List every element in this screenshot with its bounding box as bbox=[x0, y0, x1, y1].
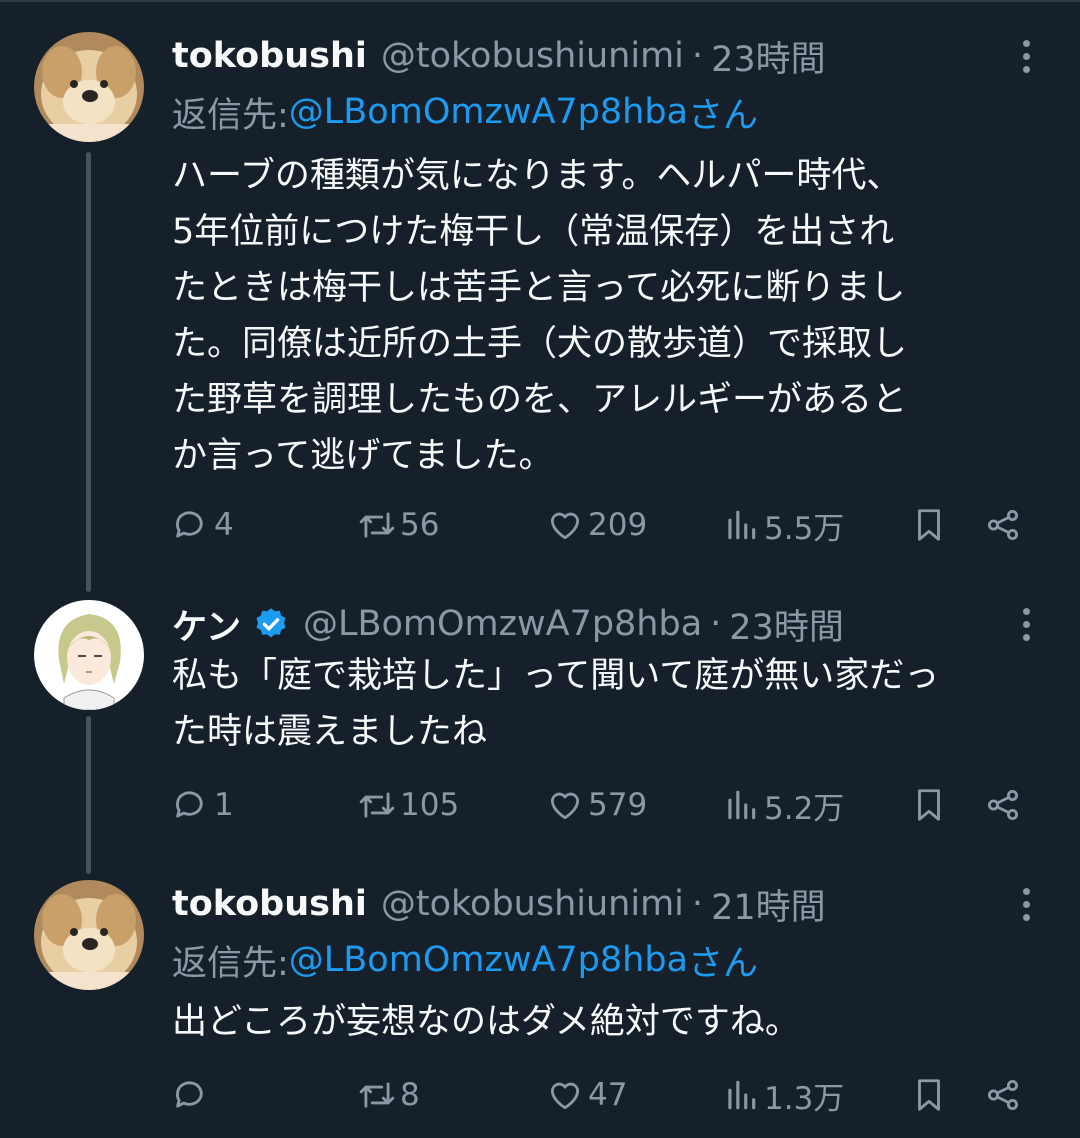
bookmark-icon bbox=[918, 789, 940, 821]
tweet-header: tokobushi @tokobushiunimi · 21時間 bbox=[172, 874, 826, 934]
tweet[interactable]: tokobushi @tokobushiunimi · 21時間 返信先: @L… bbox=[0, 874, 1080, 1128]
reply-to-mention[interactable]: @LBomOmzwA7p8hba bbox=[289, 92, 688, 132]
more-icon[interactable] bbox=[1016, 874, 1036, 934]
like-count: 47 bbox=[588, 1077, 628, 1113]
avatar-anime-character[interactable] bbox=[34, 600, 144, 710]
tweet-header: tokobushi @tokobushiunimi · 23時間 bbox=[172, 26, 826, 86]
user-handle[interactable]: @LBomOmzwA7p8hba bbox=[303, 604, 702, 644]
tweet-text: 出どころが妄想なのはダメ絶対ですね。 bbox=[172, 1002, 800, 1042]
reply-to-line: 返信先: @LBomOmzwA7p8hba さん bbox=[172, 84, 758, 140]
share-button[interactable] bbox=[984, 502, 1022, 548]
retweet-icon bbox=[359, 512, 395, 538]
reply-icon bbox=[176, 1081, 203, 1108]
views-count: 5.5万 bbox=[764, 510, 845, 547]
reply-to-suffix[interactable]: さん bbox=[688, 935, 758, 986]
reply-icon bbox=[176, 511, 203, 538]
like-button[interactable]: 209 bbox=[546, 502, 647, 548]
reply-button[interactable]: 4 bbox=[172, 502, 234, 548]
action-bar: 1 105 579 5.2万 bbox=[172, 782, 1032, 828]
reply-to-line: 返信先: @LBomOmzwA7p8hba さん bbox=[172, 932, 758, 988]
bookmark-icon bbox=[918, 1079, 940, 1111]
top-divider bbox=[0, 0, 1080, 2]
reply-button[interactable]: 1 bbox=[172, 782, 234, 828]
tweet-text: ハーブの種類が気になります。ヘルパー時代、 5年位前につけた梅干し（常温保存）を… bbox=[172, 156, 908, 476]
more-icon[interactable] bbox=[1016, 26, 1036, 86]
avatar-dog[interactable] bbox=[34, 880, 144, 990]
like-icon bbox=[550, 1082, 580, 1110]
views-icon bbox=[728, 790, 756, 820]
tweet[interactable]: tokobushi @tokobushiunimi · 23時間 返信先: @L… bbox=[0, 26, 1080, 566]
views-icon bbox=[728, 510, 756, 540]
retweet-count: 56 bbox=[400, 507, 440, 543]
reply-to-suffix[interactable]: さん bbox=[688, 87, 758, 138]
separator-dot: · bbox=[691, 884, 704, 924]
like-button[interactable]: 47 bbox=[546, 1072, 627, 1118]
timestamp[interactable]: 21時間 bbox=[711, 879, 826, 930]
display-name[interactable]: ケン bbox=[172, 599, 241, 650]
reply-to-mention[interactable]: @LBomOmzwA7p8hba bbox=[289, 940, 688, 980]
more-icon[interactable] bbox=[1016, 594, 1036, 654]
like-icon bbox=[550, 792, 580, 820]
retweet-button[interactable]: 56 bbox=[358, 502, 439, 548]
timestamp[interactable]: 23時間 bbox=[711, 31, 826, 82]
views-count: 5.2万 bbox=[764, 790, 845, 827]
like-count: 579 bbox=[588, 787, 648, 823]
retweet-count: 8 bbox=[400, 1077, 420, 1113]
retweet-button[interactable]: 105 bbox=[358, 782, 459, 828]
display-name[interactable]: tokobushi bbox=[172, 884, 367, 924]
action-bar: 4 56 209 5.5万 bbox=[172, 502, 1032, 548]
bookmark-button[interactable] bbox=[910, 782, 948, 828]
share-icon bbox=[987, 1079, 1019, 1111]
timestamp[interactable]: 23時間 bbox=[729, 599, 844, 650]
like-icon bbox=[550, 512, 580, 540]
share-button[interactable] bbox=[984, 782, 1022, 828]
bookmark-button[interactable] bbox=[910, 502, 948, 548]
reply-to-prefix: 返信先: bbox=[172, 943, 289, 984]
separator-dot: · bbox=[710, 604, 722, 644]
views-button[interactable]: 5.5万 bbox=[722, 502, 844, 548]
verified-icon bbox=[256, 608, 286, 638]
views-icon bbox=[728, 1080, 756, 1110]
retweet-button[interactable]: 8 bbox=[358, 1072, 420, 1118]
share-icon bbox=[987, 509, 1019, 541]
reply-count: 1 bbox=[214, 787, 234, 823]
reply-count: 4 bbox=[214, 507, 234, 543]
retweet-count: 105 bbox=[400, 787, 460, 823]
display-name[interactable]: tokobushi bbox=[172, 36, 367, 76]
bookmark-icon bbox=[918, 509, 940, 541]
user-handle[interactable]: @tokobushiunimi bbox=[381, 36, 684, 76]
retweet-icon bbox=[359, 1082, 395, 1108]
share-button[interactable] bbox=[984, 1072, 1022, 1118]
reply-to-prefix: 返信先: bbox=[172, 95, 289, 136]
reply-button[interactable] bbox=[172, 1072, 214, 1118]
bookmark-button[interactable] bbox=[910, 1072, 948, 1118]
avatar-dog[interactable] bbox=[34, 32, 144, 142]
action-bar: 8 47 1.3万 bbox=[172, 1072, 1032, 1118]
like-count: 209 bbox=[588, 507, 648, 543]
user-handle[interactable]: @tokobushiunimi bbox=[381, 884, 684, 924]
tweet-header: ケン @LBomOmzwA7p8hba · 23時間 bbox=[172, 594, 844, 654]
like-button[interactable]: 579 bbox=[546, 782, 647, 828]
share-icon bbox=[987, 789, 1019, 821]
tweet-text: 私も「庭で栽培した」って聞いて庭が無い家だっ た時は震えましたね bbox=[172, 656, 940, 752]
retweet-icon bbox=[359, 792, 395, 818]
views-button[interactable]: 5.2万 bbox=[722, 782, 844, 828]
views-button[interactable]: 1.3万 bbox=[722, 1072, 844, 1118]
reply-icon bbox=[176, 791, 203, 818]
views-count: 1.3万 bbox=[764, 1080, 845, 1117]
separator-dot: · bbox=[691, 36, 704, 76]
tweet[interactable]: ケン @LBomOmzwA7p8hba · 23時間 私も「庭で栽培した」って聞… bbox=[0, 594, 1080, 844]
